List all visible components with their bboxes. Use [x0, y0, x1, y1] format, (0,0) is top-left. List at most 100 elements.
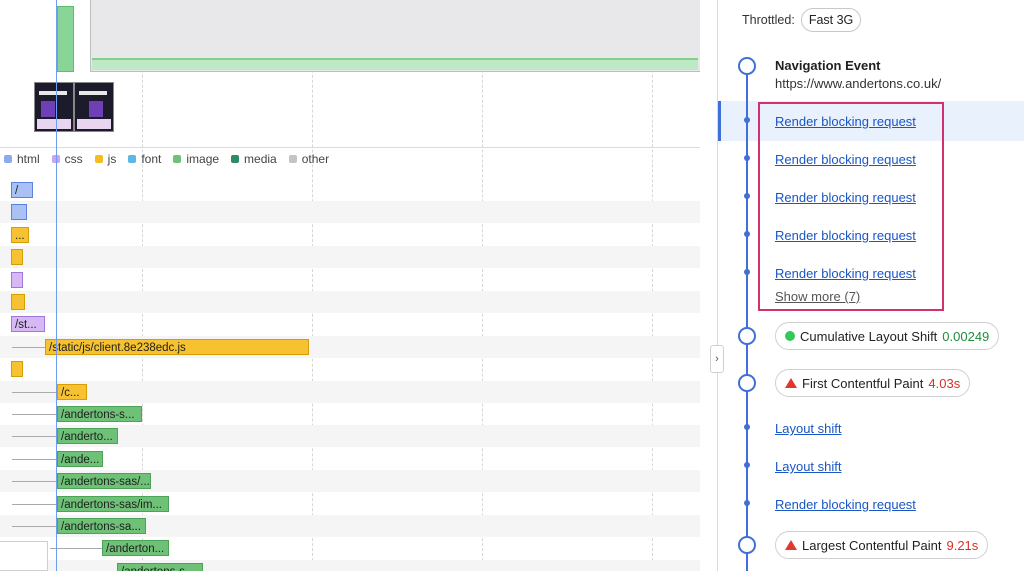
legend-item-other[interactable]: other	[288, 152, 330, 166]
request-bar-html[interactable]: /	[11, 182, 33, 198]
request-bar-js[interactable]	[11, 361, 23, 378]
request-bar-image[interactable]: /andertons-s...	[57, 406, 142, 422]
throttling-info: Throttled: Fast 3G	[742, 8, 862, 32]
timeline-dot	[744, 424, 750, 430]
request-bar-css[interactable]	[11, 271, 23, 288]
request-row[interactable]: /	[0, 179, 700, 201]
legend-label: js	[107, 152, 117, 166]
annotation-highlight-box	[758, 102, 944, 311]
legend-swatch	[4, 155, 12, 163]
request-bar-image[interactable]: /andertons-s...	[117, 562, 203, 571]
request-bar-js[interactable]	[11, 294, 25, 310]
cls-label: Cumulative Layout Shift	[800, 328, 938, 344]
navigation-event-title: Navigation Event	[775, 58, 881, 73]
timeline-node	[738, 327, 756, 345]
legend-swatch	[288, 155, 297, 163]
request-row[interactable]: /andertons-sas/im...	[0, 493, 700, 515]
request-wait-line	[12, 458, 57, 460]
legend-label: other	[301, 152, 330, 166]
cls-value: 0.00249	[942, 328, 990, 344]
timeline-node	[738, 57, 756, 75]
request-row[interactable]: /anderto...	[0, 425, 700, 448]
fcp-value: 4.03s	[928, 375, 961, 391]
legend-item-font[interactable]: font	[128, 152, 161, 166]
request-bar-css[interactable]: /st...	[11, 316, 45, 333]
legend-label: image	[186, 152, 220, 166]
time-cursor	[56, 0, 57, 571]
legend-item-image[interactable]: image	[173, 152, 219, 166]
request-wait-line	[12, 481, 57, 483]
request-row[interactable]	[0, 291, 700, 313]
legend-item-media[interactable]: media	[231, 152, 277, 166]
request-bar-image[interactable]: /andertons-sas/...	[57, 473, 151, 490]
request-row[interactable]	[0, 201, 700, 224]
legend-item-js[interactable]: js	[94, 152, 117, 166]
request-bar-html[interactable]	[11, 204, 27, 221]
request-row[interactable]: /anderton...	[0, 537, 700, 559]
fcp-label: First Contentful Paint	[802, 375, 924, 391]
event-timeline-line	[746, 66, 748, 571]
legend-label: html	[17, 152, 40, 166]
request-row[interactable]	[0, 358, 700, 380]
render-blocking-link-6[interactable]: Render blocking request	[775, 497, 916, 512]
request-bar-image[interactable]: /anderton...	[102, 540, 169, 557]
legend-swatch	[128, 155, 137, 163]
request-wait-line	[12, 503, 57, 505]
request-row[interactable]: /st...	[0, 313, 700, 335]
request-row[interactable]: /ande...	[0, 448, 700, 470]
timeline-node	[738, 536, 756, 554]
lcp-value: 9.21s	[946, 537, 979, 553]
insights-sidebar: Throttled: Fast 3G Navigation Event http…	[717, 0, 1024, 571]
legend-label: font	[141, 152, 162, 166]
request-bar-image[interactable]: /andertons-sa...	[57, 518, 146, 534]
warning-triangle-icon	[785, 378, 797, 388]
legend-swatch	[173, 155, 182, 163]
collapse-sidebar-button[interactable]: ›	[710, 345, 724, 373]
request-wait-line	[12, 346, 45, 348]
request-row[interactable]: /andertons-s...	[0, 403, 700, 425]
resource-type-legend: html css js font image media other	[4, 151, 329, 167]
request-bar-js[interactable]: /c...	[57, 383, 87, 400]
request-row[interactable]: /andertons-sa...	[0, 515, 700, 537]
request-bar-js[interactable]	[11, 249, 23, 266]
legend-item-html[interactable]: html	[4, 152, 40, 166]
request-row[interactable]: /andertons-sas/...	[0, 470, 700, 493]
legend-swatch	[231, 155, 240, 163]
navigation-event-url: https://www.andertons.co.uk/	[775, 76, 942, 91]
warning-triangle-icon	[785, 540, 797, 550]
request-row[interactable]: /andertons-s...	[0, 559, 700, 571]
good-status-icon	[785, 331, 795, 341]
request-row[interactable]: ...	[0, 224, 700, 246]
timeline-dot	[744, 500, 750, 506]
request-wait-line	[12, 436, 57, 438]
layout-shift-link-1[interactable]: Layout shift	[775, 421, 842, 436]
cls-metric-pill[interactable]: Cumulative Layout Shift 0.00249	[775, 322, 1000, 350]
request-wait-line	[12, 414, 57, 415]
timeline-dot	[744, 269, 750, 275]
filmstrip-frame[interactable]	[34, 82, 74, 132]
throttled-label: Throttled:	[742, 13, 795, 27]
lcp-label: Largest Contentful Paint	[802, 537, 942, 553]
layout-shift-link-2[interactable]: Layout shift	[775, 459, 842, 474]
request-bar-image[interactable]: /anderto...	[57, 428, 118, 445]
legend-swatch	[94, 155, 103, 163]
timeline-node	[738, 374, 756, 392]
request-bar-image[interactable]: /ande...	[57, 450, 103, 467]
fcp-metric-pill[interactable]: First Contentful Paint 4.03s	[775, 369, 971, 397]
request-bar-js[interactable]: ...	[11, 226, 29, 243]
request-wait-line	[50, 548, 102, 550]
request-bar-js[interactable]: /static/js/client.8e238edc.js	[45, 338, 309, 355]
timeline-dot	[744, 193, 750, 199]
request-row[interactable]	[0, 246, 700, 269]
timeline-dot	[744, 117, 750, 123]
filmstrip-frame[interactable]	[74, 82, 114, 132]
request-row[interactable]	[0, 269, 700, 291]
overview-selection-marker[interactable]	[57, 6, 74, 72]
request-bar-image[interactable]: /andertons-sas/im...	[57, 495, 169, 512]
throttle-chip[interactable]: Fast 3G	[800, 8, 862, 32]
request-row[interactable]: /c...	[0, 380, 700, 403]
lcp-metric-pill[interactable]: Largest Contentful Paint 9.21s	[775, 531, 989, 559]
timeline-dot	[744, 155, 750, 161]
filmstrip	[0, 72, 700, 148]
request-row[interactable]: /static/js/client.8e238edc.js	[0, 335, 700, 358]
